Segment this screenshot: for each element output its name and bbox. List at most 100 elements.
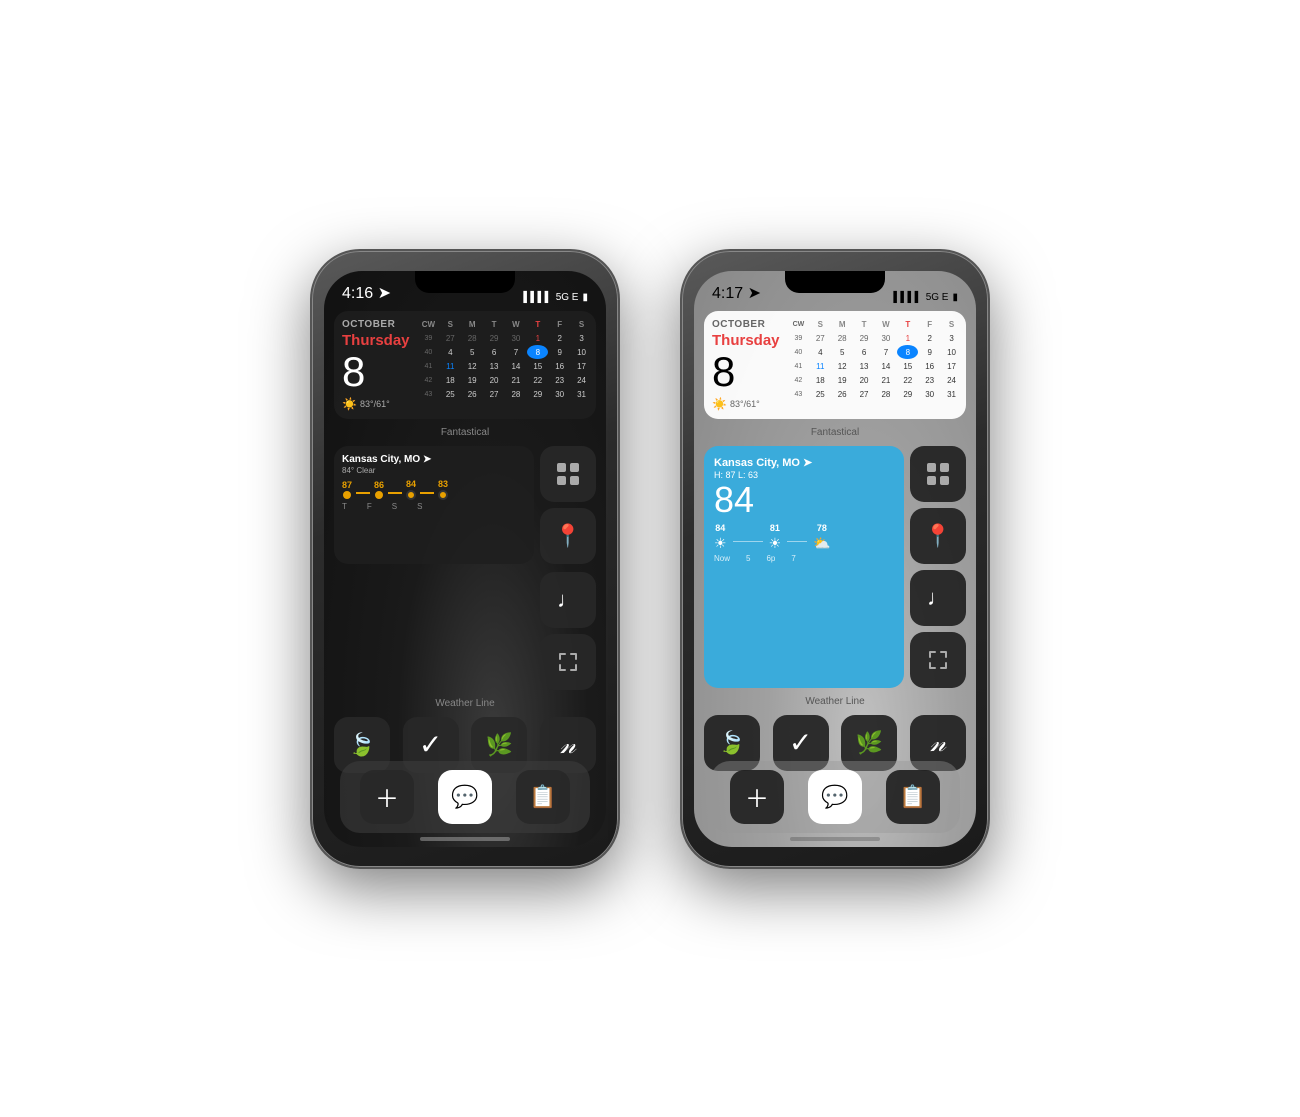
power-button[interactable] — [618, 371, 620, 431]
iphone-light: 4:17 ➤ ▌▌▌▌ 5G E ▮ OCTOBER Thursday 8 ☀️… — [680, 249, 990, 869]
day-10: 10 — [571, 345, 592, 359]
day-4: 4 — [440, 345, 461, 359]
day-15: 15 — [527, 359, 548, 373]
app-icon-fullscreen[interactable] — [540, 634, 596, 690]
fantastical-label-dark: Fantastical — [334, 427, 596, 438]
dock-notes-light[interactable]: 📋 — [886, 770, 940, 824]
cal-grid-light: CW S M T W T F S 39 27 28 — [788, 317, 962, 401]
icon-row-dark: ♩ — [334, 572, 596, 690]
cal-header-m-light: M — [832, 317, 853, 331]
dock-notes-dark[interactable]: 📋 — [516, 770, 570, 824]
signal-icon-light: ▌▌▌▌ — [893, 292, 921, 303]
dock-add-light[interactable]: ＋ — [730, 770, 784, 824]
day-2: 2 — [549, 331, 570, 345]
cal-week-41: 41 11 12 13 14 15 16 17 — [418, 359, 592, 373]
day-28b: 28 — [506, 387, 527, 401]
day-27b: 27 — [484, 387, 505, 401]
day-6-light: 6 — [854, 345, 875, 359]
app-icon-grid[interactable] — [540, 446, 596, 502]
cal-header-f-light: F — [919, 317, 940, 331]
fantastical-label-light: Fantastical — [704, 427, 966, 438]
app-icon-music[interactable]: ♩ — [540, 572, 596, 628]
cal-weather-dark: ☀️ 83°/61° — [342, 397, 410, 411]
cal-header-w-light: W — [876, 317, 897, 331]
day-14: 14 — [506, 359, 527, 373]
day-7-light: 7 — [876, 345, 897, 359]
cal-right-dark: CW S M T W T F S 39 27 — [416, 311, 596, 419]
weather-line-label-dark: Weather Line — [334, 698, 596, 709]
cal-day-num-dark: 8 — [342, 351, 410, 393]
cw-41-light: 41 — [788, 359, 809, 373]
cal-header-m: M — [462, 317, 483, 331]
day-26: 26 — [462, 387, 483, 401]
battery-icon-light: ▮ — [952, 292, 958, 303]
day-5-light: 5 — [832, 345, 853, 359]
day-28-light: 28 — [832, 331, 853, 345]
day-21: 21 — [506, 373, 527, 387]
cw-43: 43 — [418, 387, 439, 401]
day-24-light: 24 — [941, 373, 962, 387]
wwe-tl-5: 5 — [746, 554, 750, 563]
dock-messages-dark[interactable]: 💬 — [438, 770, 492, 824]
day-4-light: 4 — [810, 345, 831, 359]
cal-cw-header-light: CW — [788, 317, 809, 331]
day-29b: 29 — [527, 387, 548, 401]
calendar-widget-light[interactable]: OCTOBER Thursday 8 ☀️ 83°/61° CW S M — [704, 311, 966, 419]
app-icon-maps-light[interactable]: 📍 — [910, 508, 966, 564]
cal-header-f: F — [549, 317, 570, 331]
weather-desc-dark: 84° Clear — [342, 466, 526, 475]
cal-header-row: CW S M T W T F S — [418, 317, 592, 331]
day-30: 30 — [506, 331, 527, 345]
day-22-light: 22 — [897, 373, 918, 387]
weather-widget-expanded-light[interactable]: Kansas City, MO ➤ H: 87 L: 63 84 84 ☀ 81… — [704, 446, 904, 688]
day-7: 7 — [506, 345, 527, 359]
network-type-light: 5G E — [926, 292, 949, 303]
app-icon-music-light[interactable]: ♩ — [910, 570, 966, 626]
weather-widget-dark[interactable]: Kansas City, MO ➤ 84° Clear 87 86 — [334, 446, 534, 564]
volume-down-button[interactable] — [310, 381, 312, 431]
cal-header-t1-light: T — [854, 317, 875, 331]
weather-row-light: Kansas City, MO ➤ H: 87 L: 63 84 84 ☀ 81… — [704, 446, 966, 688]
day-3: 3 — [571, 331, 592, 345]
day-16: 16 — [549, 359, 570, 373]
wwe-city: Kansas City, MO ➤ — [714, 456, 894, 469]
cw-43-light: 43 — [788, 387, 809, 401]
cw-39-light: 39 — [788, 331, 809, 345]
app-icon-grid-light[interactable] — [910, 446, 966, 502]
cal-day-num-light: 8 — [712, 351, 780, 393]
day-1: 1 — [527, 331, 548, 345]
volume-up-button[interactable] — [310, 341, 312, 371]
calendar-widget-dark[interactable]: OCTOBER Thursday 8 ☀️ 83°/61° CW S M — [334, 311, 596, 419]
day-29-light: 29 — [854, 331, 875, 345]
wwe-icon-3: ⛅ — [813, 535, 830, 552]
day-31-light: 31 — [941, 387, 962, 401]
wwe-col-1: 84 ☀ — [714, 523, 727, 552]
cal-header-t2: T — [527, 317, 548, 331]
day-16-light: 16 — [919, 359, 940, 373]
cal-grid-dark: CW S M T W T F S 39 27 — [418, 317, 592, 401]
day-25-light: 25 — [810, 387, 831, 401]
cal-left-light: OCTOBER Thursday 8 ☀️ 83°/61° — [704, 311, 786, 419]
volume-up-button-light[interactable] — [680, 341, 682, 371]
day-31: 31 — [571, 387, 592, 401]
day-8-today: 8 — [527, 345, 548, 359]
app-icon-maps[interactable]: 📍 — [540, 508, 596, 564]
dock-messages-light[interactable]: 💬 — [808, 770, 862, 824]
day-27: 27 — [440, 331, 461, 345]
silent-switch-light[interactable] — [680, 441, 682, 491]
silent-switch[interactable] — [310, 441, 312, 491]
wwe-temp: 84 — [714, 480, 894, 520]
cal-week-43: 43 25 26 27 28 29 30 31 — [418, 387, 592, 401]
wwe-hl: H: 87 L: 63 — [714, 470, 894, 480]
day-23: 23 — [549, 373, 570, 387]
dock-add-dark[interactable]: ＋ — [360, 770, 414, 824]
volume-down-button-light[interactable] — [680, 381, 682, 431]
cal-week-39-light: 39 27 28 29 30 1 2 3 — [788, 331, 962, 345]
day-11: 11 — [440, 359, 461, 373]
day-5: 5 — [462, 345, 483, 359]
wwe-tl-6p: 6p — [766, 554, 775, 563]
cal-header-s1-light: S — [810, 317, 831, 331]
app-icon-fullscreen-light[interactable] — [910, 632, 966, 688]
power-button-light[interactable] — [988, 371, 990, 431]
cal-right-light: CW S M T W T F S 39 27 28 — [786, 311, 966, 419]
